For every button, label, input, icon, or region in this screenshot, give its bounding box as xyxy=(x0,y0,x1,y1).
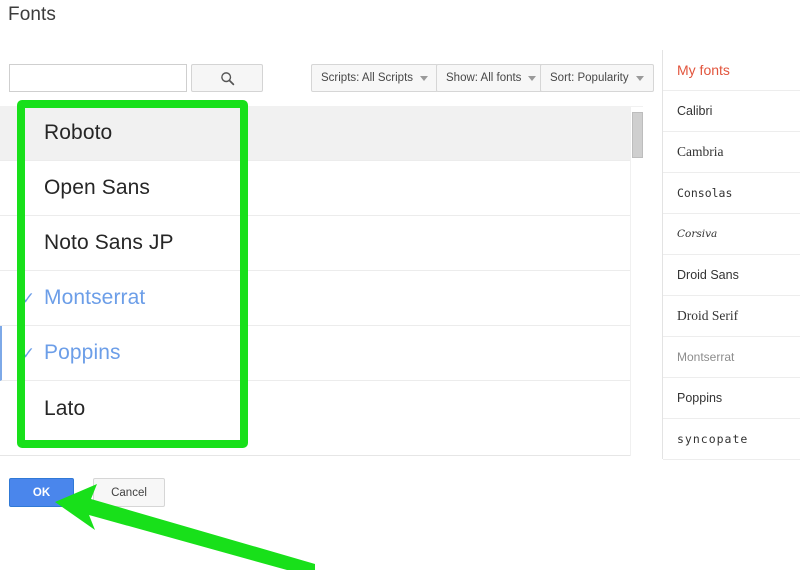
font-row-label: Noto Sans JP xyxy=(44,231,174,254)
filter-scripts-button[interactable]: Scripts: All Scripts xyxy=(311,64,439,92)
sidebar-item-label: Corsiva xyxy=(677,228,718,240)
check-icon: ✓ xyxy=(20,343,36,363)
filter-scripts-label: Scripts: All Scripts xyxy=(321,72,414,84)
font-row-label: Montserrat xyxy=(44,286,146,309)
page-title: Fonts xyxy=(8,4,57,25)
sidebar-item-poppins[interactable]: Poppins xyxy=(663,378,800,419)
sidebar-item-label: syncopate xyxy=(677,432,749,446)
font-row-lato[interactable]: Lato xyxy=(0,381,643,436)
search-icon xyxy=(220,71,235,86)
chevron-down-icon xyxy=(635,75,644,81)
sidebar-title: My fonts xyxy=(663,50,800,91)
dialog-footer: OK Cancel xyxy=(0,478,400,510)
sidebar-item-corsiva[interactable]: Corsiva xyxy=(663,214,800,255)
font-row-label: Open Sans xyxy=(44,176,150,199)
filter-show-label: Show: All fonts xyxy=(446,72,522,84)
sidebar-item-label: Droid Serif xyxy=(677,308,739,323)
sidebar-item-droid-sans[interactable]: Droid Sans xyxy=(663,255,800,296)
sidebar-item-label: Droid Sans xyxy=(677,268,739,282)
sidebar-item-label: Consolas xyxy=(677,186,733,200)
sidebar-item-calibri[interactable]: Calibri xyxy=(663,91,800,132)
check-icon: ✓ xyxy=(20,288,36,308)
chevron-down-icon xyxy=(528,75,537,81)
ok-button[interactable]: OK xyxy=(9,478,74,507)
search-button[interactable] xyxy=(191,64,263,92)
scrollbar-thumb[interactable] xyxy=(632,112,643,158)
sidebar-item-label: Cambria xyxy=(677,144,724,159)
font-list-scrollbar[interactable] xyxy=(630,107,644,456)
filter-show-button[interactable]: Show: All fonts xyxy=(436,64,547,92)
font-row-noto-sans-jp[interactable]: Noto Sans JP xyxy=(0,216,643,271)
sidebar-item-montserrat[interactable]: Montserrat xyxy=(663,337,800,378)
font-row-poppins[interactable]: ✓ Poppins xyxy=(0,326,643,381)
sidebar-item-syncopate[interactable]: syncopate xyxy=(663,419,800,460)
sidebar-item-cambria[interactable]: Cambria xyxy=(663,132,800,173)
sidebar-item-label: Calibri xyxy=(677,104,713,118)
filter-sort-label: Sort: Popularity xyxy=(550,72,629,84)
font-list[interactable]: Roboto Open Sans Noto Sans JP ✓ Montserr… xyxy=(0,106,643,456)
font-row-label: Poppins xyxy=(44,341,121,364)
font-row-label: Lato xyxy=(44,396,86,420)
my-fonts-sidebar: My fonts Calibri Cambria Consolas Corsiv… xyxy=(662,50,800,460)
chevron-down-icon xyxy=(420,75,429,81)
font-row-open-sans[interactable]: Open Sans xyxy=(0,161,643,216)
font-row-montserrat[interactable]: ✓ Montserrat xyxy=(0,271,643,326)
sidebar-item-consolas[interactable]: Consolas xyxy=(663,173,800,214)
font-row-roboto[interactable]: Roboto xyxy=(0,106,643,161)
sidebar-item-droid-serif[interactable]: Droid Serif xyxy=(663,296,800,337)
filter-sort-button[interactable]: Sort: Popularity xyxy=(540,64,654,92)
cancel-button[interactable]: Cancel xyxy=(93,478,165,507)
toolbar: Scripts: All Scripts Show: All fonts Sor… xyxy=(0,64,660,94)
sidebar-item-label: Montserrat xyxy=(677,350,735,364)
font-row-label: Roboto xyxy=(44,121,113,144)
sidebar-item-label: Poppins xyxy=(677,391,723,405)
search-input[interactable] xyxy=(9,64,187,92)
